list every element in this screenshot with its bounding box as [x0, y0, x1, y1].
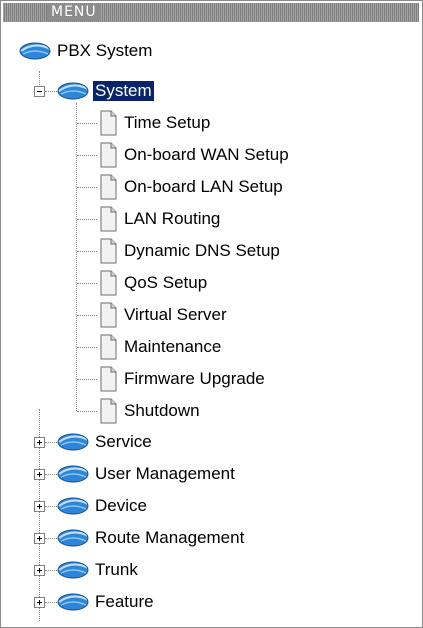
tree-root-label: PBX System: [57, 41, 153, 60]
menu-item-maintenance[interactable]: Maintenance: [97, 331, 223, 363]
tree-collapse-toggle-system[interactable]: [34, 86, 45, 97]
menu-item-time-setup[interactable]: Time Setup: [97, 107, 212, 139]
network-globe-icon: [57, 561, 89, 579]
tree-node-label: Trunk: [95, 560, 138, 579]
page-icon: [100, 334, 117, 360]
tree-connector: [77, 251, 97, 252]
tree-connector: [45, 474, 57, 475]
tree-connector: [77, 187, 97, 188]
menu-item-label: Dynamic DNS Setup: [124, 241, 280, 260]
tree-connector: [77, 219, 97, 220]
tree-connector: [77, 347, 97, 348]
menu-item-virtual-server[interactable]: Virtual Server: [97, 299, 229, 331]
tree-node-device[interactable]: Device: [57, 490, 149, 522]
network-globe-icon: [57, 497, 89, 515]
menu-item-label: On-board WAN Setup: [124, 145, 289, 164]
tree-connector: [45, 538, 57, 539]
tree-node-route-management[interactable]: Route Management: [57, 522, 246, 554]
menu-header-bar: MENU: [3, 3, 419, 22]
tree-expand-toggle-feature[interactable]: [34, 597, 45, 608]
page-icon: [100, 206, 117, 232]
menu-panel: MENU PBX System System Time Setup On-boa…: [0, 0, 423, 628]
network-globe-icon: [57, 433, 89, 451]
page-icon: [100, 302, 117, 328]
tree-connector: [77, 315, 97, 316]
tree-node-label: Service: [95, 432, 152, 451]
tree-connector: [45, 602, 57, 603]
tree-connector: [77, 411, 97, 412]
tree-root-pbx-system[interactable]: PBX System: [19, 35, 154, 67]
menu-item-label: Virtual Server: [124, 305, 227, 324]
tree-expand-toggle-service[interactable]: [34, 437, 45, 448]
menu-item-label: Shutdown: [124, 401, 200, 420]
tree-node-service[interactable]: Service: [57, 426, 154, 458]
tree-connector: [45, 91, 57, 92]
menu-item-onboard-wan-setup[interactable]: On-board WAN Setup: [97, 139, 291, 171]
page-icon: [100, 110, 117, 136]
menu-item-label: Time Setup: [124, 113, 211, 132]
tree-connector: [77, 155, 97, 156]
menu-item-label: LAN Routing: [124, 209, 221, 228]
page-icon: [100, 238, 117, 264]
tree-node-label: User Management: [95, 464, 235, 483]
menu-item-firmware-upgrade[interactable]: Firmware Upgrade: [97, 363, 267, 395]
menu-item-label: Firmware Upgrade: [124, 369, 265, 388]
tree-node-trunk[interactable]: Trunk: [57, 554, 140, 586]
menu-item-dynamic-dns-setup[interactable]: Dynamic DNS Setup: [97, 235, 282, 267]
tree-connector: [77, 123, 97, 124]
menu-tree: PBX System System Time Setup On-board WA…: [1, 25, 422, 627]
tree-connector: [45, 570, 57, 571]
network-globe-icon: [57, 465, 89, 483]
page-icon: [100, 366, 117, 392]
tree-expand-toggle-user-management[interactable]: [34, 469, 45, 480]
menu-item-label: QoS Setup: [124, 273, 208, 292]
tree-connector: [76, 103, 77, 411]
menu-title: MENU: [47, 4, 101, 21]
network-globe-icon: [57, 82, 89, 100]
tree-node-label: Feature: [95, 592, 154, 611]
tree-connector: [45, 506, 57, 507]
menu-item-label: On-board LAN Setup: [124, 177, 283, 196]
menu-item-label: Maintenance: [124, 337, 222, 356]
network-globe-icon: [57, 529, 89, 547]
page-icon: [100, 270, 117, 296]
network-globe-icon: [19, 42, 51, 60]
menu-item-onboard-lan-setup[interactable]: On-board LAN Setup: [97, 171, 285, 203]
tree-node-label: Route Management: [95, 528, 245, 547]
tree-expand-toggle-route-management[interactable]: [34, 533, 45, 544]
tree-node-user-management[interactable]: User Management: [57, 458, 237, 490]
tree-node-label: Device: [95, 496, 147, 515]
tree-node-system[interactable]: System: [57, 75, 154, 107]
network-globe-icon: [57, 593, 89, 611]
page-icon: [100, 398, 117, 424]
page-icon: [100, 174, 117, 200]
tree-connector: [77, 379, 97, 380]
tree-expand-toggle-trunk[interactable]: [34, 565, 45, 576]
tree-connector: [45, 442, 57, 443]
page-icon: [100, 142, 117, 168]
tree-connector: [77, 283, 97, 284]
tree-node-system-label: System: [93, 81, 154, 101]
menu-item-lan-routing[interactable]: LAN Routing: [97, 203, 222, 235]
tree-node-feature[interactable]: Feature: [57, 586, 156, 618]
tree-expand-toggle-device[interactable]: [34, 501, 45, 512]
menu-item-qos-setup[interactable]: QoS Setup: [97, 267, 209, 299]
menu-item-shutdown[interactable]: Shutdown: [97, 395, 202, 427]
